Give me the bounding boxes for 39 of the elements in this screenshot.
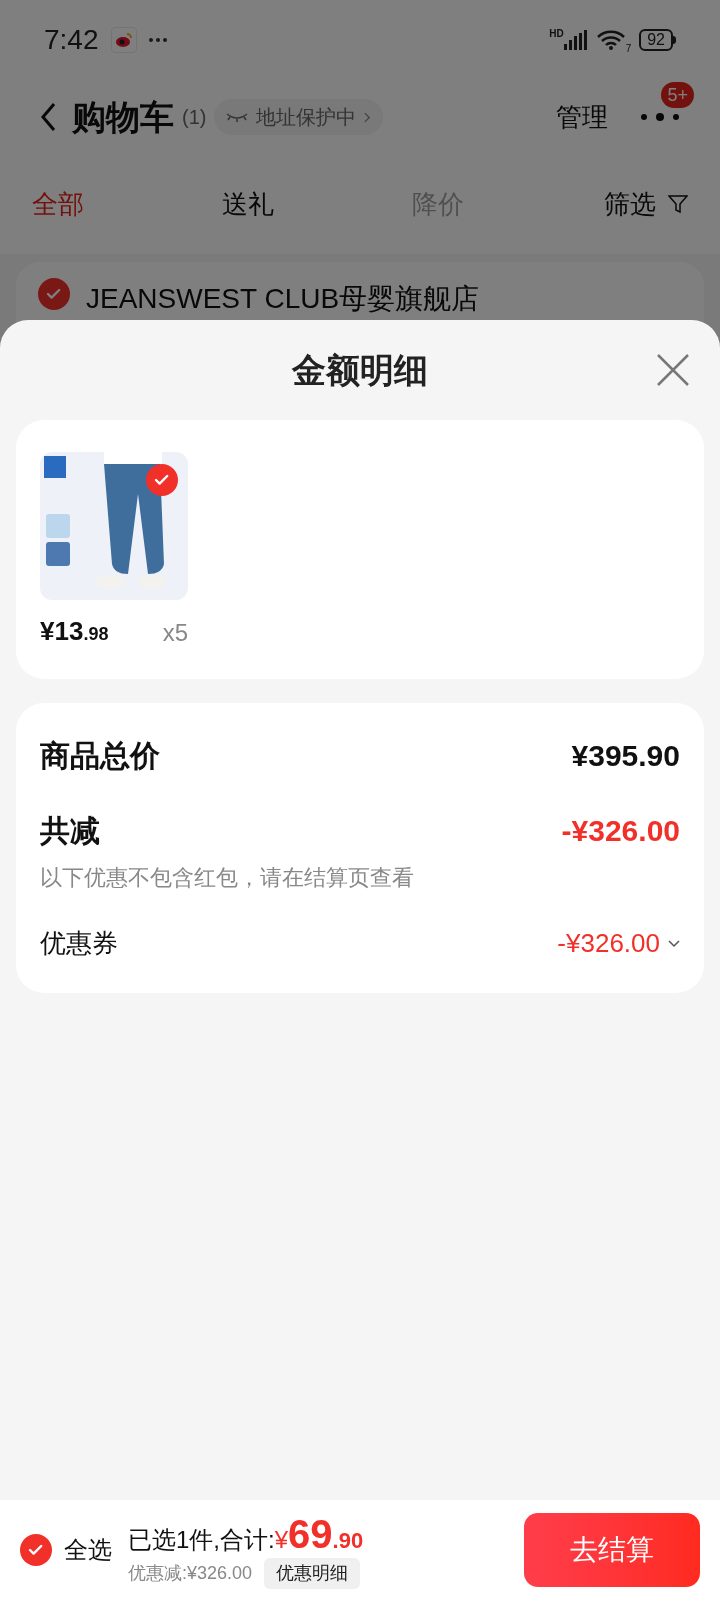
tab[interactable]: 送礼 [222,184,412,224]
checkout-button[interactable]: 去结算 [524,1513,700,1587]
address-protection-badge[interactable]: 地址保护中 [214,99,384,135]
discount-label: 共减 [40,813,100,849]
filter-icon [668,194,688,214]
status-time: 7:42 [44,23,99,57]
more-icon[interactable] [640,112,680,122]
discount-note: 以下优惠不包含红包，请在结算页查看 [40,864,415,892]
checkbox[interactable] [38,278,70,310]
network-label: HD [549,27,564,41]
saving-amount: 优惠减:¥326.00 [128,1561,253,1585]
discount-detail-button[interactable]: 优惠明细 [264,1557,361,1589]
store-name[interactable]: JEANSWEST CLUB母婴旗舰店 [86,278,480,320]
item-quantity: x5 [162,618,188,648]
sheet-title: 金额明细 [292,349,428,391]
close-icon[interactable] [656,353,690,387]
manage-button[interactable]: 管理 [556,97,608,137]
notification-badge: 5+ [661,82,694,108]
app-icon [110,27,137,53]
chevron-icon [668,939,680,948]
wifi-icon [595,29,626,51]
total-label: 商品总价 [40,738,160,774]
battery-icon: 92 [639,29,676,51]
item-price: ¥13.98 [40,615,109,648]
item-count: (1) [182,105,207,130]
more-notifications-icon [148,38,167,42]
total-price: ¥395.90 [571,738,680,774]
filter-button[interactable]: 筛选 [604,184,688,224]
page-title: 购物车 [72,96,174,138]
total-summary: 已选1件,合计:¥69.90 [128,1511,364,1558]
back-icon[interactable] [40,102,56,132]
coupon-row-toggle[interactable]: -¥326.00 [557,924,680,963]
coupon-label: 优惠券 [40,927,118,960]
tab[interactable]: 全部 [32,184,222,224]
select-all-label[interactable]: 全选 [64,1532,112,1568]
wifi-label: 7 [625,42,632,56]
select-all-checkbox[interactable] [20,1534,52,1566]
discount-amount: -¥326.00 [561,813,680,849]
signal-icon [563,30,588,50]
